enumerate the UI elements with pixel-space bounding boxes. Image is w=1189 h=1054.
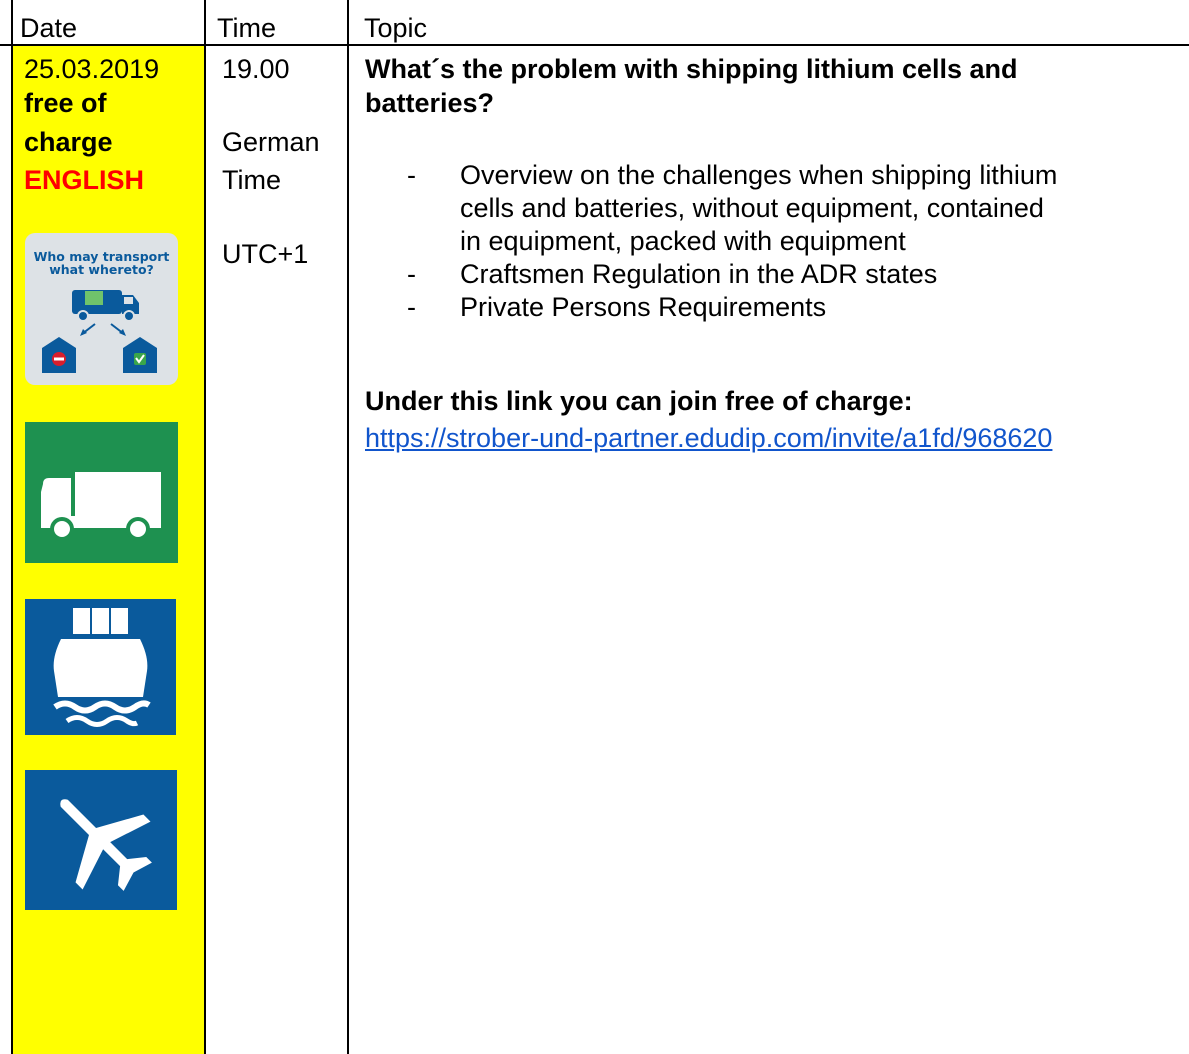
link-heading: Under this link you can join free of cha… — [365, 386, 913, 416]
bullet-craftsmen: - Craftsmen Regulation in the ADR states — [407, 258, 1057, 291]
webinar-title-line2: batteries? — [365, 88, 495, 118]
truck-icon — [25, 422, 178, 563]
header-row-divider — [0, 44, 1189, 46]
webinar-title-line1: What´s the problem with shipping lithium… — [365, 54, 1018, 84]
bullet-private-persons-line1: Private Persons Requirements — [460, 292, 827, 322]
language-label: ENGLISH — [24, 165, 145, 195]
bullet-dash: - — [407, 292, 416, 322]
header-time: Time — [217, 13, 276, 43]
bullet-overview-line3: in equipment, packed with equipment — [460, 226, 906, 256]
free-of-charge-line2: charge — [24, 127, 113, 157]
webinar-invite-link[interactable]: https://strober-und-partner.edudip.com/i… — [365, 422, 1052, 454]
event-date: 25.03.2019 — [24, 54, 160, 84]
bullet-craftsmen-line1: Craftsmen Regulation in the ADR states — [460, 259, 938, 289]
topic-bullet-list: - Overview on the challenges when shippi… — [407, 159, 1057, 324]
header-topic: Topic — [364, 13, 428, 43]
header-date: Date — [20, 13, 78, 43]
timezone-line2: Time — [222, 165, 281, 195]
bullet-overview: - Overview on the challenges when shippi… — [407, 159, 1057, 258]
ship-icon — [25, 599, 176, 735]
airplane-icon — [25, 770, 177, 910]
free-of-charge-line1: free of — [24, 88, 107, 118]
truck-glyph — [41, 472, 161, 541]
bullet-dash: - — [407, 160, 416, 190]
table-divider-date-time — [204, 0, 206, 1054]
utc-offset: UTC+1 — [222, 239, 309, 269]
table-divider-time-topic — [347, 0, 349, 1054]
airplane-glyph — [60, 799, 152, 891]
webinar-table: Date Time Topic 25.03.2019 free of charg… — [0, 0, 1189, 1054]
ship-glyph — [53, 608, 151, 727]
bullet-private-persons: - Private Persons Requirements — [407, 291, 1057, 324]
who-may-transport-icon: Who may transport what whereto? — [25, 233, 178, 385]
bullet-dash: - — [407, 259, 416, 289]
bullet-overview-line1: Overview on the challenges when shipping… — [460, 160, 1058, 190]
bullet-overview-line2: cells and batteries, without equipment, … — [460, 193, 1044, 223]
table-border-left — [11, 0, 13, 1054]
badge-illustration — [42, 290, 157, 373]
timezone-line1: German — [222, 127, 320, 157]
event-time: 19.00 — [222, 54, 290, 84]
